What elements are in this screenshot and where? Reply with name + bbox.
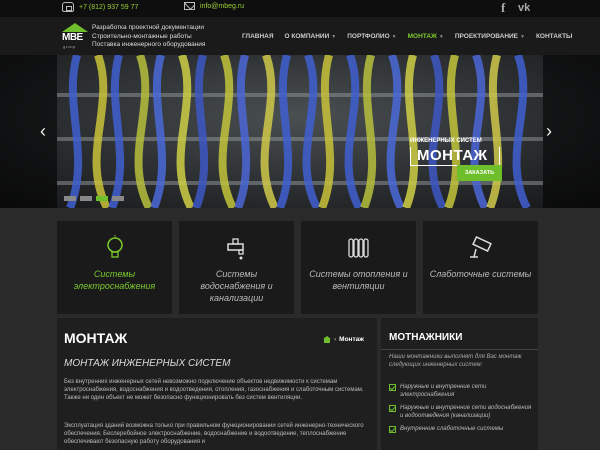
email-link[interactable]: info@mbeg.ru [184, 2, 244, 10]
slider-left-overlay [0, 55, 57, 208]
slider-next-arrow-icon[interactable]: › [546, 121, 552, 142]
slider-dot[interactable] [96, 196, 108, 201]
hero-slider: ‹ › [0, 55, 600, 208]
facebook-icon[interactable]: f [501, 0, 505, 17]
radiator-icon [348, 238, 369, 258]
logo-text: MBE [62, 32, 83, 43]
breadcrumb-separator: › [334, 336, 337, 343]
service-card-heating[interactable]: Системы отопления и вентиляции [301, 221, 416, 314]
nav-item[interactable]: ПРОЕКТИРОВАНИЕ ▼ [455, 33, 525, 40]
sidebar-installers: МОТНАЖНИКИ Наши монтажники выполнят для … [381, 318, 538, 450]
service-label: Системы водоснабжения и канализации [200, 269, 273, 303]
nav-item-label: КОНТАКТЫ [535, 33, 573, 40]
divider [381, 349, 538, 350]
slide-caption-small: ИНЖЕНЕРНЫХ СИСТЕМ [410, 138, 482, 144]
nav-item-label: О КОМПАНИИ [284, 33, 330, 40]
page-title: МОНТАЖ [64, 330, 128, 346]
phone-number[interactable]: +7 (812) 937 59 77 [79, 4, 138, 11]
slider-dots [64, 196, 124, 201]
tagline-line: Разработка проектной документации [92, 24, 205, 31]
service-label: Системы отопления и вентиляции [309, 269, 408, 291]
service-card-water[interactable]: Системы водоснабжения и канализации [179, 221, 294, 314]
services-strip: Системы электроснабжения Системы водосна… [0, 208, 600, 314]
service-label: Слаботочные системы [429, 269, 532, 279]
list-item-label: Наружные и внутренние сети водоснабжения… [400, 405, 532, 419]
section-heading: МОНТАЖ ИНЖЕНЕРНЫХ СИСТЕМ [64, 358, 231, 369]
checkbox-icon [389, 405, 396, 412]
tagline: Разработка проектной документации Строит… [92, 24, 205, 50]
phone-icon [62, 2, 74, 12]
list-item-label: Наружные и внутренние сети электроснабже… [400, 384, 487, 398]
mail-icon [184, 2, 195, 10]
chevron-down-icon: ▼ [331, 34, 337, 40]
slider-dot[interactable] [64, 196, 76, 201]
slide-caption-title: МОНТАЖ [410, 147, 500, 166]
checkbox-icon [389, 384, 396, 391]
site-header: MBE group Разработка проектной документа… [0, 17, 600, 55]
nav-item[interactable]: О КОМПАНИИ ▼ [285, 33, 337, 40]
logo-subtext: group [63, 44, 76, 49]
service-card-lowcurrent[interactable]: Слаботочные системы [423, 221, 538, 314]
list-item[interactable]: Внутренние слаботочные системы [389, 425, 534, 433]
chevron-down-icon: ▼ [391, 34, 397, 40]
home-icon[interactable] [323, 336, 331, 343]
sidebar-title: МОТНАЖНИКИ [389, 332, 463, 343]
slider-prev-arrow-icon[interactable]: ‹ [40, 121, 46, 142]
cable-tray-photo [57, 55, 543, 208]
chevron-down-icon: ▼ [438, 34, 444, 40]
breadcrumb-current: Монтаж [339, 336, 364, 343]
tagline-line: Поставка инженерного оборудования [92, 41, 206, 48]
sidebar-intro: Наши монтажники выполнят для Вас монтаж … [389, 354, 522, 368]
paragraph: Без внутренних инженерных сетей невозмож… [64, 379, 364, 401]
main-nav: ГЛАВНАЯ О КОМПАНИИ ▼ ПОРТФОЛИО ▼ МОНТАЖ ▼ ПРОЕК… [242, 33, 583, 40]
cctv-camera-icon [470, 235, 492, 258]
top-bar: +7 (812) 937 59 77 info@mbeg.ru f vk [0, 0, 600, 17]
phone-link[interactable]: +7 (812) 937 59 77 [62, 2, 138, 12]
service-label: Системы электроснабжения [73, 269, 156, 291]
list-item-label: Внутренние слаботочные системы [400, 426, 504, 432]
faucet-icon [227, 238, 244, 260]
nav-item[interactable]: КОНТАКТЫ [536, 33, 572, 40]
chevron-down-icon: ▼ [520, 34, 525, 40]
list-item[interactable]: Наружные и внутренние сети электроснабже… [389, 383, 534, 399]
paragraph: Эксплуатация зданий возможна только при … [64, 423, 364, 445]
order-button[interactable]: ЗАКАЗАТЬ [457, 165, 502, 181]
service-card-electricity[interactable]: Системы электроснабжения [57, 221, 172, 314]
nav-item[interactable]: ПОРТФОЛИО ▼ [347, 33, 396, 40]
sidebar-list: Наружные и внутренние сети электроснабже… [389, 383, 534, 438]
tagline-line: Строительно-монтажные работы [92, 32, 192, 40]
logo-roof-icon [62, 23, 88, 32]
slider-dot[interactable] [112, 196, 124, 201]
main-content: МОНТАЖ › Монтаж МОНТАЖ ИНЖЕНЕРНЫХ СИСТЕМ… [57, 318, 377, 450]
nav-item[interactable]: ГЛАВНАЯ [242, 33, 274, 40]
nav-item-label: ГЛАВНАЯ [242, 33, 274, 40]
page: +7 (812) 937 59 77 info@mbeg.ru f vk MBE… [0, 0, 600, 450]
nav-item-label: ПОРТФОЛИО [347, 33, 390, 40]
nav-item-label: ПРОЕКТИРОВАНИЕ [454, 33, 519, 40]
slider-dot[interactable] [80, 196, 92, 201]
checkbox-icon [389, 426, 396, 433]
email-address[interactable]: info@mbeg.ru [200, 3, 244, 10]
list-item[interactable]: Наружные и внутренние сети водоснабжения… [389, 404, 534, 420]
breadcrumb: › Монтаж [323, 336, 364, 343]
logo[interactable]: MBE group [62, 23, 88, 51]
nav-item[interactable]: МОНТАЖ ▼ [408, 33, 444, 40]
nav-item-label: МОНТАЖ [407, 33, 437, 40]
lightbulb-icon [107, 235, 123, 258]
